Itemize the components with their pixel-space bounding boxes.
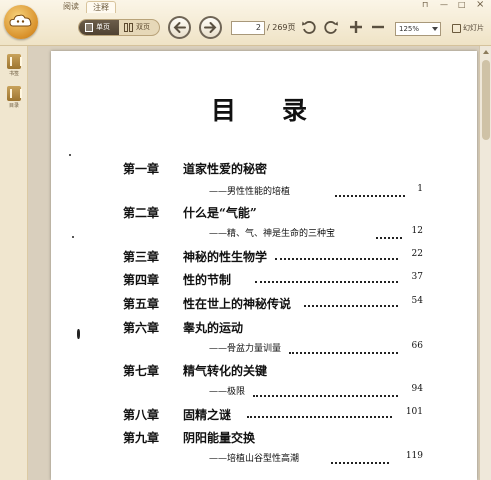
slideshow-label: 幻灯片: [463, 24, 484, 32]
menu-tab-read[interactable]: 阅读: [56, 1, 86, 13]
rotate-right-icon[interactable]: [323, 19, 339, 35]
document-page: 目录 第一章 道家性爱的秘密 ——男性性能的培植 1 第二章 什么是“气能” —…: [51, 51, 477, 480]
double-page-label: 双页: [136, 23, 150, 31]
page-title: 目录: [211, 96, 354, 125]
scroll-up-icon[interactable]: [483, 50, 489, 54]
sidebar-item-contents[interactable]: 目录: [3, 86, 25, 109]
sidebar-item-label: 书签: [8, 71, 19, 77]
page-number: 1: [417, 184, 423, 194]
scan-speck: [72, 236, 74, 238]
leader-dots: [335, 195, 405, 197]
leader-dots: [304, 305, 398, 307]
total-pages-label: / 269页: [267, 23, 296, 32]
maximize-button[interactable]: □: [458, 0, 466, 10]
slideshow-icon: [452, 24, 461, 33]
leader-dots: [289, 352, 398, 354]
previous-page-button[interactable]: [168, 16, 191, 39]
chapter-title: 什么是“气能”: [183, 206, 257, 220]
single-page-label: 单页: [96, 23, 110, 31]
vertical-scrollbar[interactable]: [479, 46, 491, 480]
single-page-button[interactable]: 单页: [79, 20, 119, 35]
chapter-subtitle: ——男性性能的培植: [209, 187, 291, 197]
rotate-left-icon[interactable]: [301, 19, 317, 35]
zoom-in-icon[interactable]: [348, 19, 364, 35]
chapter-title: 性的节制: [183, 273, 232, 287]
chapter-number: 第八章: [123, 408, 160, 422]
page-number: 37: [411, 272, 423, 282]
chapter-title: 神秘的性生物学: [183, 250, 268, 264]
toolbar: 阅读 注释 ⊓ — □ × 单页 双页 2 / 269页 125% 幻灯片: [0, 0, 491, 46]
chapter-number: 第九章: [123, 431, 160, 445]
zoom-out-icon[interactable]: [370, 19, 386, 35]
chapter-title: 性在世上的神秘传说: [183, 297, 292, 311]
bookmark-icon: [7, 54, 22, 69]
scrollbar-thumb[interactable]: [482, 60, 490, 140]
chapter-number: 第七章: [123, 364, 160, 378]
chapter-title: 阴阳能量交换: [183, 431, 256, 445]
app-logo[interactable]: [4, 5, 38, 39]
zoom-value: 125%: [399, 25, 420, 33]
leader-dots: [253, 395, 398, 397]
single-page-icon: [85, 23, 93, 32]
page-number: 66: [411, 341, 423, 351]
chapter-title: 道家性爱的秘密: [183, 162, 268, 176]
leader-dots: [275, 258, 398, 260]
contents-icon: [7, 86, 22, 101]
zoom-select[interactable]: 125%: [395, 22, 441, 36]
chapter-number: 第三章: [123, 250, 160, 264]
leader-dots: [247, 416, 392, 418]
close-button[interactable]: ×: [476, 0, 484, 10]
double-page-button[interactable]: 双页: [119, 20, 159, 35]
scan-speck: [69, 154, 71, 156]
page-number: 22: [411, 249, 423, 259]
page-number: 12: [411, 226, 423, 236]
slideshow-button[interactable]: 幻灯片: [452, 23, 484, 34]
leader-dots: [255, 281, 398, 283]
minimize-button[interactable]: —: [440, 0, 448, 10]
arrow-left-icon: [173, 22, 186, 33]
page-number: 94: [411, 384, 423, 394]
chapter-subtitle: ——极限: [209, 387, 246, 397]
chapter-title: 固精之谜: [183, 408, 232, 422]
chapter-title: 睾丸的运动: [183, 321, 244, 335]
view-mode-switch: 单页 双页: [78, 19, 160, 36]
cloud-book-icon: [9, 14, 32, 27]
chapter-subtitle: ——骨盆力量训量: [209, 344, 282, 354]
chapter-number: 第六章: [123, 321, 160, 335]
double-page-icon: [124, 23, 134, 32]
chapter-number: 第四章: [123, 273, 160, 287]
chapter-subtitle: ——精、气、神是生命的三种宝: [209, 229, 336, 239]
chapter-subtitle: ——培植山谷型性高潮: [209, 454, 300, 464]
arrow-right-icon: [204, 22, 217, 33]
next-page-button[interactable]: [199, 16, 222, 39]
menu-tab-annotate[interactable]: 注释: [86, 1, 116, 13]
sidebar: 书签 目录: [0, 46, 28, 480]
scan-speck: [77, 329, 80, 339]
page-number: 54: [411, 296, 423, 306]
page-number: 119: [405, 451, 423, 461]
document-viewport[interactable]: 目录 第一章 道家性爱的秘密 ——男性性能的培植 1 第二章 什么是“气能” —…: [28, 46, 491, 480]
chapter-number: 第五章: [123, 297, 160, 311]
sidebar-item-label: 目录: [8, 103, 19, 109]
pin-button[interactable]: ⊓: [422, 0, 428, 10]
chapter-number: 第一章: [123, 162, 160, 176]
chapter-title: 精气转化的关键: [183, 364, 268, 378]
page-number-input[interactable]: 2: [231, 21, 265, 35]
chapter-number: 第二章: [123, 206, 160, 220]
leader-dots: [331, 462, 389, 464]
chevron-down-icon: [432, 27, 438, 31]
page-number: 101: [405, 407, 423, 417]
sidebar-item-bookmarks[interactable]: 书签: [3, 54, 25, 77]
leader-dots: [376, 237, 402, 239]
